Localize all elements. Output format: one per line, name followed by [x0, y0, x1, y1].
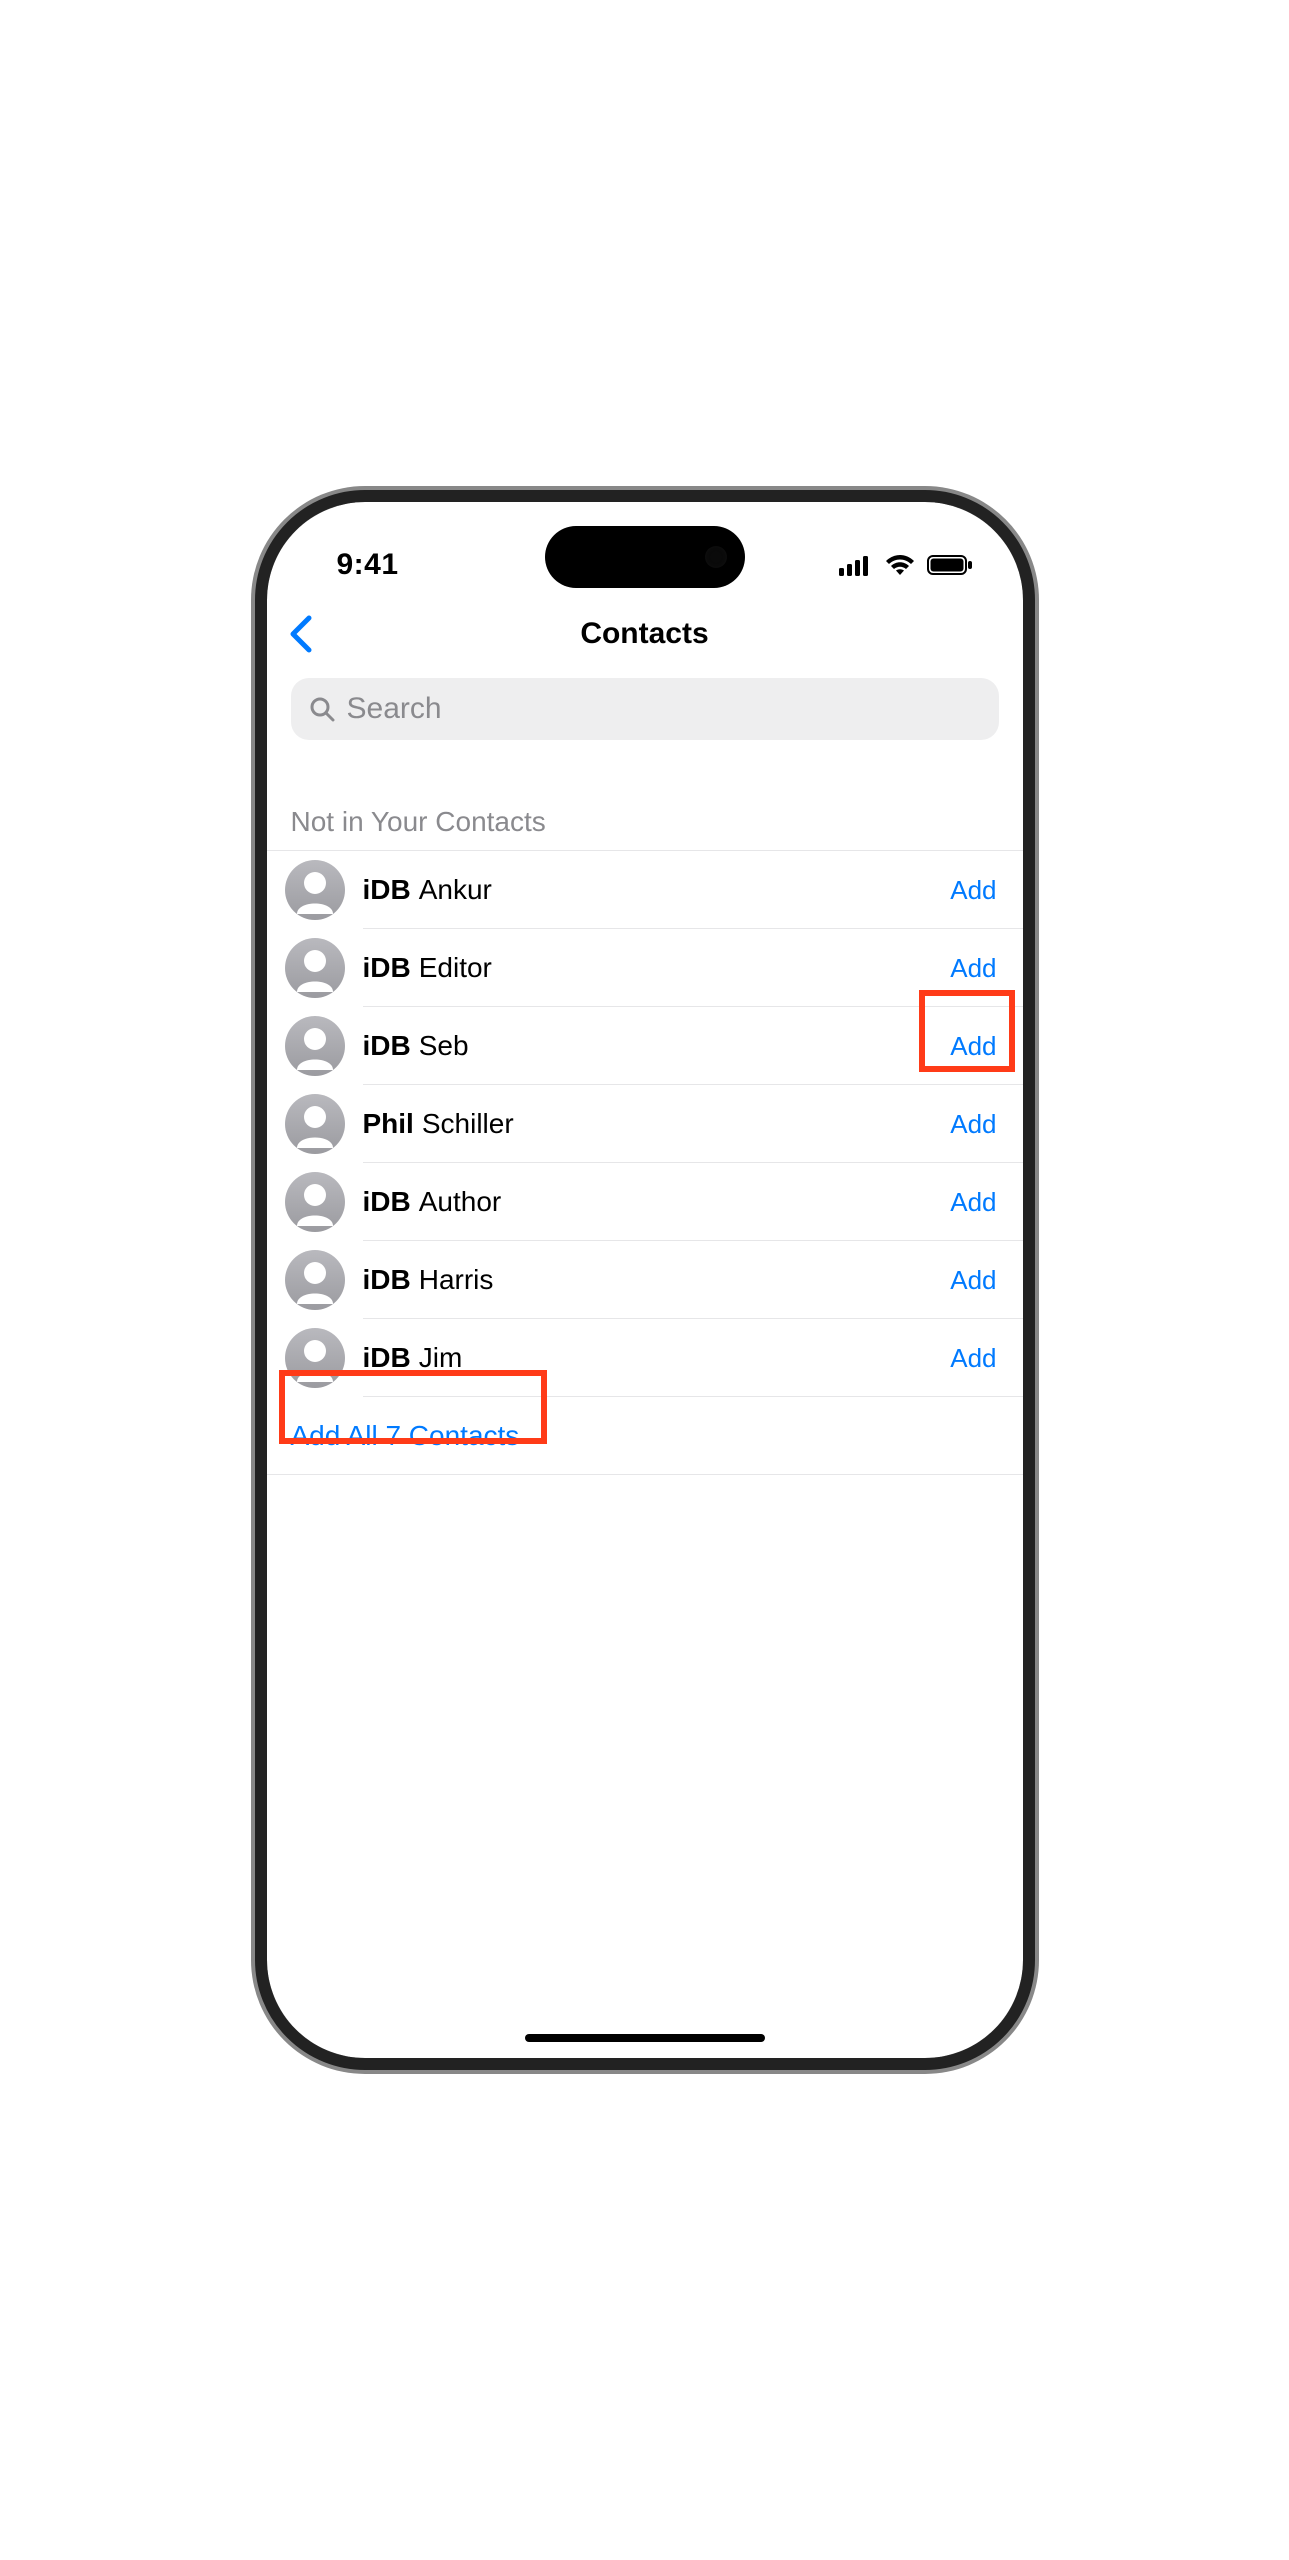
contact-name: iDB Ankur [363, 874, 951, 906]
section-header: Not in Your Contacts [267, 764, 1023, 851]
back-button[interactable] [287, 614, 315, 654]
avatar-icon [285, 1094, 345, 1154]
contact-name: iDB Author [363, 1186, 951, 1218]
screen: 9:41 [267, 502, 1023, 2058]
contact-name: iDB Seb [363, 1030, 951, 1062]
home-indicator[interactable] [525, 2034, 765, 2042]
add-button[interactable]: Add [950, 875, 1022, 906]
contact-row[interactable]: iDB Editor Add [267, 929, 1023, 1007]
avatar-icon [285, 1172, 345, 1232]
footer-row: Add All 7 Contacts [267, 1397, 1023, 1475]
contacts-list: iDB Ankur Add iDB Editor Add [267, 851, 1023, 1475]
avatar-icon [285, 1328, 345, 1388]
contact-name: iDB Jim [363, 1342, 951, 1374]
add-button[interactable]: Add [950, 1109, 1022, 1140]
nav-bar: Contacts [267, 602, 1023, 666]
avatar-icon [285, 860, 345, 920]
contact-name: iDB Harris [363, 1264, 951, 1296]
iphone-frame: 9:41 [255, 490, 1035, 2070]
contact-row[interactable]: iDB Author Add [267, 1163, 1023, 1241]
add-button[interactable]: Add [950, 1343, 1022, 1374]
add-all-button[interactable]: Add All 7 Contacts [291, 1420, 520, 1452]
cellular-signal-icon [839, 554, 873, 576]
contact-row[interactable]: iDB Harris Add [267, 1241, 1023, 1319]
search-icon [309, 696, 335, 722]
contact-name: Phil Schiller [363, 1108, 951, 1140]
add-button[interactable]: Add [950, 1265, 1022, 1296]
add-button[interactable]: Add [950, 1187, 1022, 1218]
avatar-icon [285, 1016, 345, 1076]
status-time: 9:41 [267, 548, 399, 582]
contact-row[interactable]: iDB Seb Add [267, 1007, 1023, 1085]
add-button[interactable]: Add [950, 953, 1022, 984]
search-placeholder: Search [347, 692, 442, 726]
avatar-icon [285, 1250, 345, 1310]
contact-name: iDB Editor [363, 952, 951, 984]
search-input[interactable]: Search [291, 678, 999, 740]
nav-title: Contacts [580, 617, 708, 651]
contact-row[interactable]: iDB Jim Add [267, 1319, 1023, 1397]
wifi-icon [885, 554, 915, 576]
avatar-icon [285, 938, 345, 998]
contact-row[interactable]: Phil Schiller Add [267, 1085, 1023, 1163]
add-button[interactable]: Add [950, 1031, 1022, 1062]
dynamic-island [545, 526, 745, 588]
battery-icon [927, 554, 973, 576]
contact-row[interactable]: iDB Ankur Add [267, 851, 1023, 929]
